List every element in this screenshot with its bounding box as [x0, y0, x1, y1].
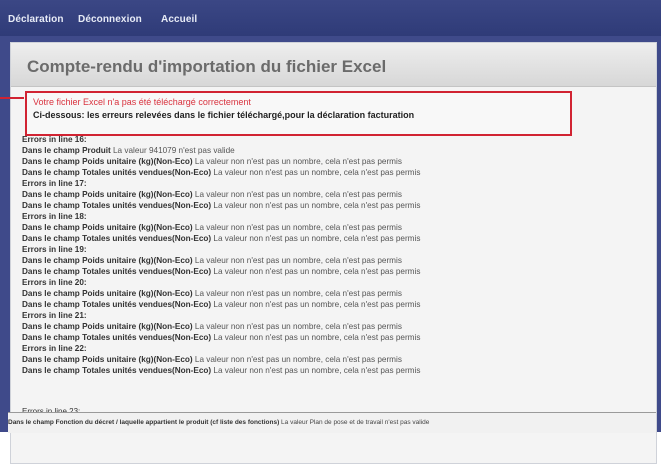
error-field-label: Dans le champ Totales unités vendues(Non…	[22, 168, 212, 177]
error-message: La valeur non n'est pas un nombre, cela …	[213, 267, 421, 276]
footer-field-label: Dans le champ Fonction du décret / laque…	[8, 419, 280, 426]
error-field-label: Dans le champ Totales unités vendues(Non…	[22, 300, 212, 309]
error-row: Dans le champ Produit La valeur 941079 n…	[22, 145, 642, 156]
nav-declaration-link[interactable]: Déclaration	[8, 14, 64, 25]
error-line-heading: Errors in line 19:	[22, 245, 87, 254]
error-message: La valeur non n'est pas un nombre, cela …	[213, 300, 421, 309]
upload-failed-message: Votre fichier Excel n'a pas été téléchar…	[33, 97, 251, 107]
error-alert-box: Votre fichier Excel n'a pas été téléchar…	[25, 91, 572, 136]
error-message: La valeur non n'est pas un nombre, cela …	[194, 355, 402, 364]
error-row: Dans le champ Totales unités vendues(Non…	[22, 299, 642, 310]
error-row: Dans le champ Totales unités vendues(Non…	[22, 233, 642, 244]
error-list: Errors in line 16: Dans le champ Produit …	[22, 134, 642, 376]
error-message: La valeur non n'est pas un nombre, cela …	[213, 333, 421, 342]
error-message: La valeur non n'est pas un nombre, cela …	[194, 157, 402, 166]
error-field-label: Dans le champ Poids unitaire (kg)(Non-Ec…	[22, 355, 193, 364]
footer-error-line: Dans le champ Fonction du décret / laque…	[8, 412, 656, 433]
callout-line	[0, 97, 24, 99]
footer-message: La valeur Plan de pose et de travail n'e…	[281, 419, 430, 426]
error-message: La valeur non n'est pas un nombre, cela …	[194, 223, 402, 232]
nav-deconnexion-link[interactable]: Déconnexion	[78, 14, 142, 25]
error-message: La valeur non n'est pas un nombre, cela …	[213, 234, 421, 243]
nav-accueil-link[interactable]: Accueil	[161, 14, 197, 25]
error-field-label: Dans le champ Poids unitaire (kg)(Non-Ec…	[22, 322, 193, 331]
error-line-heading: Errors in line 22:	[22, 344, 87, 353]
error-row: Dans le champ Poids unitaire (kg)(Non-Ec…	[22, 354, 642, 365]
error-group: Errors in line 20: Dans le champ Poids un…	[22, 277, 642, 310]
error-row: Dans le champ Poids unitaire (kg)(Non-Ec…	[22, 222, 642, 233]
error-message: La valeur non n'est pas un nombre, cela …	[194, 289, 402, 298]
error-row: Dans le champ Totales unités vendues(Non…	[22, 167, 642, 178]
error-group: Errors in line 19: Dans le champ Poids un…	[22, 244, 642, 277]
error-field-label: Dans le champ Produit	[22, 146, 111, 155]
error-line-heading: Errors in line 20:	[22, 278, 87, 287]
error-field-label: Dans le champ Poids unitaire (kg)(Non-Ec…	[22, 223, 193, 232]
error-field-label: Dans le champ Poids unitaire (kg)(Non-Ec…	[22, 190, 193, 199]
panel-titlebar: Compte-rendu d'importation du fichier Ex…	[11, 43, 656, 87]
error-message: La valeur non n'est pas un nombre, cela …	[213, 168, 421, 177]
error-row: Dans le champ Poids unitaire (kg)(Non-Ec…	[22, 255, 642, 266]
error-row: Dans le champ Poids unitaire (kg)(Non-Ec…	[22, 189, 642, 200]
error-group: Errors in line 18: Dans le champ Poids un…	[22, 211, 642, 244]
error-row: Dans le champ Totales unités vendues(Non…	[22, 332, 642, 343]
error-group: Errors in line 22: Dans le champ Poids un…	[22, 343, 642, 376]
page-title: Compte-rendu d'importation du fichier Ex…	[27, 57, 387, 76]
error-group: Errors in line 21: Dans le champ Poids un…	[22, 310, 642, 343]
error-line-heading: Errors in line 18:	[22, 212, 87, 221]
error-row: Dans le champ Totales unités vendues(Non…	[22, 365, 642, 376]
error-row: Dans le champ Poids unitaire (kg)(Non-Ec…	[22, 156, 642, 167]
error-line-heading: Errors in line 21:	[22, 311, 87, 320]
error-field-label: Dans le champ Totales unités vendues(Non…	[22, 234, 212, 243]
error-field-label: Dans le champ Poids unitaire (kg)(Non-Ec…	[22, 157, 193, 166]
error-row: Dans le champ Totales unités vendues(Non…	[22, 200, 642, 211]
error-field-label: Dans le champ Totales unités vendues(Non…	[22, 366, 212, 375]
error-row: Dans le champ Poids unitaire (kg)(Non-Ec…	[22, 321, 642, 332]
error-message: La valeur non n'est pas un nombre, cela …	[194, 322, 402, 331]
errors-intro-message: Ci-dessous: les erreurs relevées dans le…	[33, 110, 415, 120]
error-message: La valeur non n'est pas un nombre, cela …	[194, 190, 402, 199]
error-field-label: Dans le champ Poids unitaire (kg)(Non-Ec…	[22, 289, 193, 298]
error-field-label: Dans le champ Poids unitaire (kg)(Non-Ec…	[22, 256, 193, 265]
error-message: La valeur 941079 n'est pas valide	[113, 146, 235, 155]
error-group: Errors in line 16: Dans le champ Produit …	[22, 134, 642, 178]
error-line-heading: Errors in line 17:	[22, 179, 87, 188]
error-message: La valeur non n'est pas un nombre, cela …	[213, 366, 421, 375]
error-field-label: Dans le champ Totales unités vendues(Non…	[22, 267, 212, 276]
error-field-label: Dans le champ Totales unités vendues(Non…	[22, 201, 212, 210]
error-message: La valeur non n'est pas un nombre, cela …	[194, 256, 402, 265]
error-line-heading: Errors in line 16:	[22, 135, 87, 144]
error-row: Dans le champ Poids unitaire (kg)(Non-Ec…	[22, 288, 642, 299]
error-field-label: Dans le champ Totales unités vendues(Non…	[22, 333, 212, 342]
error-message: La valeur non n'est pas un nombre, cela …	[213, 201, 421, 210]
error-group: Errors in line 17: Dans le champ Poids un…	[22, 178, 642, 211]
top-navbar: Déclaration Déconnexion Accueil	[0, 0, 661, 36]
error-row: Dans le champ Totales unités vendues(Non…	[22, 266, 642, 277]
